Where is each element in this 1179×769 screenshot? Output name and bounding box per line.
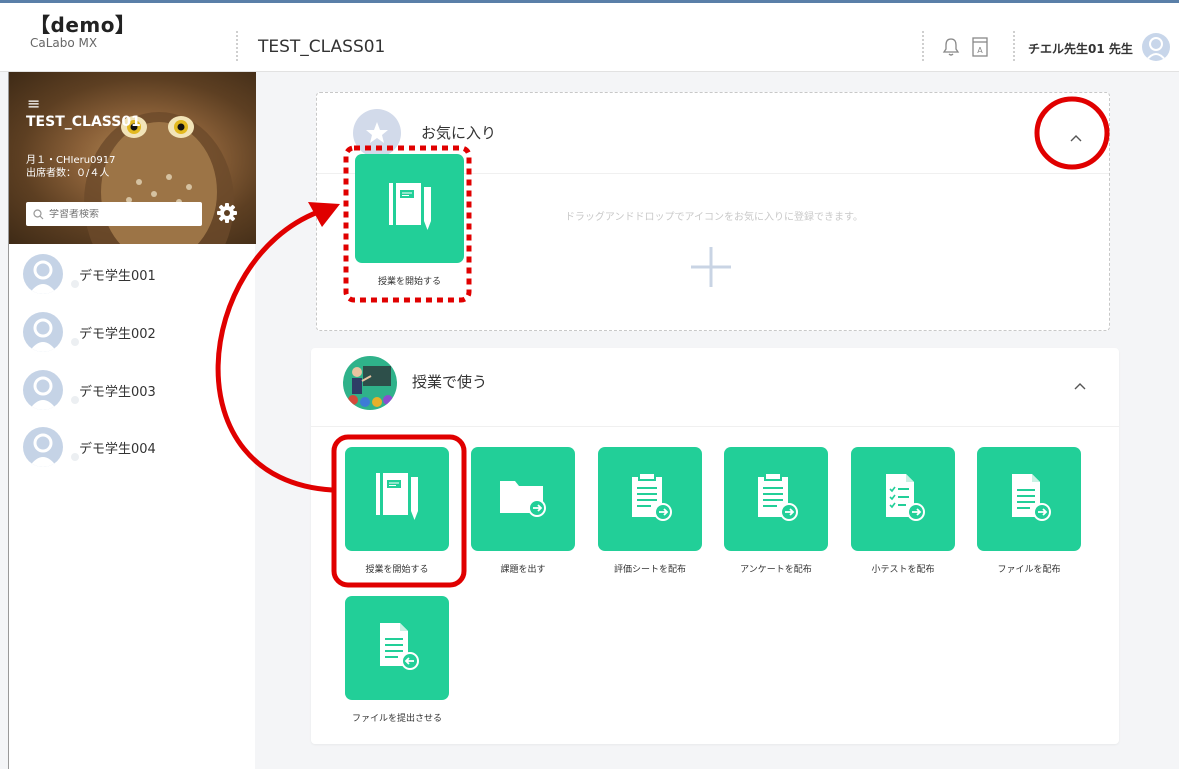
clipboard-arrow-icon — [751, 470, 801, 528]
tile-start-class[interactable]: 授業を開始する — [345, 447, 449, 575]
student-search-input[interactable] — [49, 208, 189, 220]
tile-survey[interactable]: アンケートを配布 — [724, 447, 828, 575]
favorites-collapse-button[interactable] — [1066, 126, 1086, 146]
header-divider — [1013, 31, 1015, 61]
folder-arrow-icon — [497, 475, 549, 523]
tile-collect-file[interactable]: ファイルを提出させる — [345, 596, 449, 724]
menu-icon[interactable]: ≡ — [27, 94, 40, 113]
tile-button[interactable] — [851, 447, 955, 551]
tile-label: ファイルを配布 — [997, 565, 1061, 575]
tile-button[interactable] — [598, 447, 702, 551]
header-divider — [922, 31, 924, 61]
tile-label: アンケートを配布 — [740, 565, 812, 575]
tile-button[interactable] — [355, 154, 464, 263]
brand-product: CaLabo MX — [30, 36, 98, 50]
class-meta-attendance: 出席者数：０/４人 — [26, 168, 110, 179]
student-item[interactable]: デモ学生003 — [23, 366, 243, 414]
presence-indicator — [69, 451, 81, 463]
presence-indicator — [69, 278, 81, 290]
student-item[interactable]: デモ学生004 — [23, 423, 243, 471]
presence-indicator — [69, 336, 81, 348]
bell-icon[interactable] — [940, 36, 962, 58]
divider — [311, 426, 1119, 427]
favorite-tile-start-class[interactable]: 授業を開始する — [355, 154, 464, 287]
teacher-name[interactable]: チエル先生01 先生 — [1028, 40, 1133, 57]
tile-button[interactable] — [977, 447, 1081, 551]
classroom-icon — [343, 356, 397, 410]
dictionary-icon[interactable]: A — [969, 36, 991, 58]
student-avatar — [23, 427, 63, 467]
tile-label: ファイルを提出させる — [351, 714, 442, 724]
star-icon — [353, 109, 401, 157]
student-avatar — [23, 370, 63, 410]
class-section-collapse-button[interactable] — [1070, 374, 1090, 394]
student-name: デモ学生001 — [79, 268, 156, 284]
class-section-title: 授業で使う — [412, 373, 488, 391]
sidebar: ≡ TEST_CLASS01 月１・CHIeru0917 出席者数：０/４人 学… — [8, 72, 256, 769]
document-arrow-icon — [1004, 470, 1054, 528]
chevron-up-icon — [1074, 375, 1086, 394]
search-icon — [33, 205, 44, 224]
class-header-image: ≡ TEST_CLASS01 月１・CHIeru0917 出席者数：０/４人 — [9, 72, 256, 244]
sidebar-class-name: TEST_CLASS01 — [26, 114, 141, 130]
chevron-up-icon — [1070, 127, 1082, 146]
student-item[interactable]: デモ学生002 — [23, 308, 243, 356]
class-meta-schedule: 月１・CHIeru0917 — [26, 155, 116, 166]
notebook-icon — [372, 470, 422, 528]
tile-button[interactable] — [345, 596, 449, 700]
tile-label: 授業を開始する — [377, 277, 441, 287]
plus-icon[interactable] — [689, 245, 733, 289]
class-meta: 月１・CHIeru0917 出席者数：０/４人 — [26, 154, 116, 180]
tile-button[interactable] — [471, 447, 575, 551]
presence-indicator — [69, 394, 81, 406]
tile-label: 授業を開始する — [365, 565, 429, 575]
student-name: デモ学生002 — [79, 326, 156, 342]
gear-icon[interactable] — [216, 202, 238, 224]
student-avatar — [23, 254, 63, 294]
app-header: 【demo】 CaLabo MX TEST_CLASS01 A チエル先生01 … — [0, 0, 1179, 72]
svg-text:A: A — [977, 46, 983, 55]
tile-evaluation-sheet[interactable]: 評価シートを配布 — [598, 447, 702, 575]
tile-button[interactable] — [724, 447, 828, 551]
tile-quiz[interactable]: 小テストを配布 — [851, 447, 955, 575]
checklist-arrow-icon — [878, 470, 928, 528]
page-title: TEST_CLASS01 — [258, 37, 386, 57]
tile-label: 小テストを配布 — [871, 565, 935, 575]
tile-assign-task[interactable]: 課題を出す — [471, 447, 575, 575]
student-search[interactable] — [26, 202, 202, 226]
notebook-icon — [385, 180, 435, 238]
tile-button[interactable] — [345, 447, 449, 551]
brand[interactable]: 【demo】 CaLabo MX — [30, 9, 135, 50]
favorites-title: お気に入り — [421, 124, 497, 142]
student-avatar — [23, 312, 63, 352]
document-return-icon — [372, 619, 422, 677]
tile-label: 評価シートを配布 — [613, 565, 686, 575]
header-divider — [236, 31, 238, 61]
student-name: デモ学生003 — [79, 384, 156, 400]
student-name: デモ学生004 — [79, 441, 156, 457]
user-avatar[interactable] — [1142, 33, 1170, 61]
student-item[interactable]: デモ学生001 — [23, 250, 243, 298]
brand-demo: 【demo】 — [30, 13, 136, 37]
clipboard-arrow-icon — [625, 470, 675, 528]
tile-label: 課題を出す — [500, 565, 546, 575]
tile-distribute-file[interactable]: ファイルを配布 — [977, 447, 1081, 575]
